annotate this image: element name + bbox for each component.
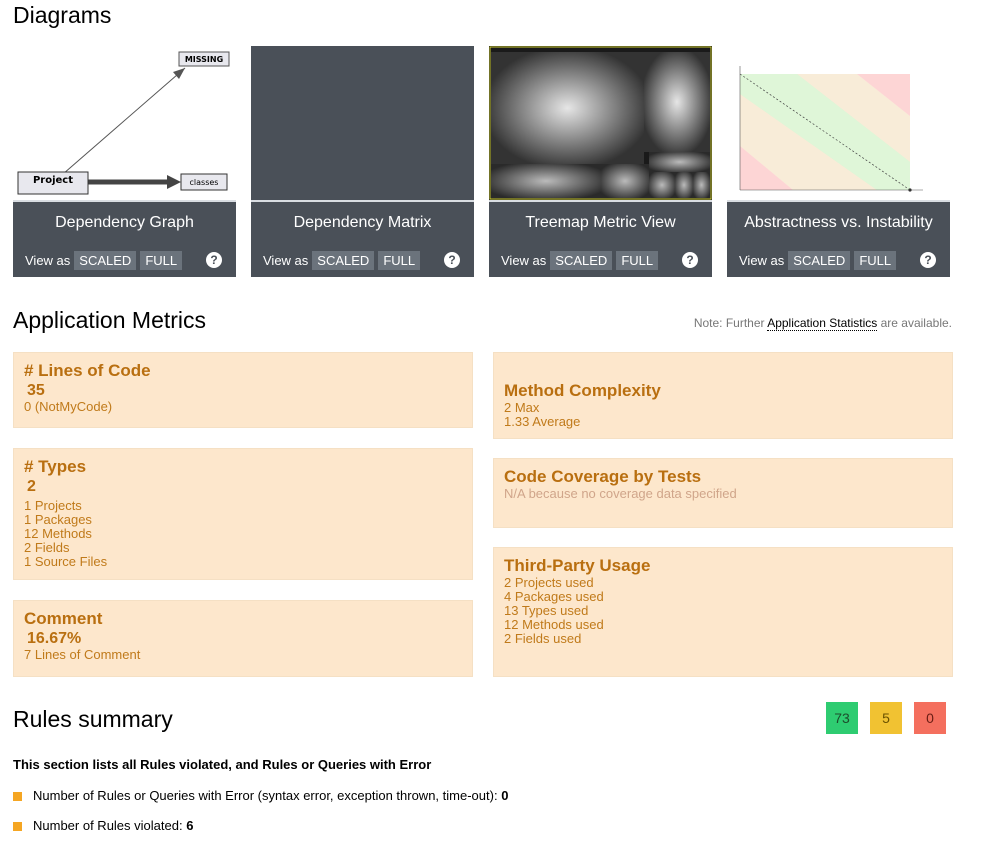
application-statistics-link[interactable]: Application Statistics xyxy=(767,316,878,331)
list-item: 2 Projects used xyxy=(504,575,594,590)
help-icon[interactable]: ? xyxy=(206,252,222,268)
panel-title[interactable]: Third-Party Usage xyxy=(504,556,942,576)
code-coverage-panel: Code Coverage by Tests N/A because no co… xyxy=(493,458,953,528)
diagrams-heading: Diagrams xyxy=(13,2,112,28)
rules-intro: This section lists all Rules violated, a… xyxy=(13,757,432,772)
view-as-label: View as xyxy=(263,253,309,268)
rules-error-badge[interactable]: 0 xyxy=(914,702,946,734)
abstractness-card: Abstractness vs. Instability View as SCA… xyxy=(727,46,950,277)
card-title[interactable]: Dependency Graph xyxy=(13,214,236,232)
scaled-button[interactable]: SCALED xyxy=(788,251,851,270)
panel-title[interactable]: # Lines of Code xyxy=(24,361,462,381)
note-suffix: are available. xyxy=(880,316,952,330)
scaled-button[interactable]: SCALED xyxy=(550,251,613,270)
statistics-note: Note: Further Application Statistics are… xyxy=(693,316,952,331)
list-item: 1 Packages xyxy=(24,512,92,527)
dependency-graph-thumbnail[interactable]: MISSING Project classes xyxy=(13,46,236,200)
item-label: Number of Rules or Queries with Error (s… xyxy=(33,788,498,803)
rules-error-count-item: Number of Rules or Queries with Error (s… xyxy=(33,788,508,803)
bullet-icon xyxy=(13,792,22,801)
third-party-usage-panel: Third-Party Usage 2 Projects used 4 Pack… xyxy=(493,547,953,677)
list-item: 12 Methods xyxy=(24,526,92,541)
scaled-button[interactable]: SCALED xyxy=(312,251,375,270)
graph-node-project: Project xyxy=(33,175,73,186)
help-icon[interactable]: ? xyxy=(920,252,936,268)
list-item: 1 Projects xyxy=(24,498,82,513)
item-value: 0 xyxy=(501,788,509,803)
panel-title[interactable]: Comment xyxy=(24,609,462,629)
note-prefix: Note: Further xyxy=(693,316,765,330)
item-value: 6 xyxy=(186,818,194,833)
abstractness-thumbnail[interactable] xyxy=(727,46,950,200)
rules-violated-count-item: Number of Rules violated: 6 xyxy=(33,818,193,833)
help-icon[interactable]: ? xyxy=(682,252,698,268)
list-item: 1 Source Files xyxy=(24,554,108,569)
list-item: 2 Max xyxy=(504,400,540,415)
full-button[interactable]: FULL xyxy=(616,251,659,270)
card-footer: Dependency Matrix View as SCALED FULL ? xyxy=(251,200,474,277)
panel-value: 35 xyxy=(27,382,45,399)
list-item: 1.33 Average xyxy=(504,414,581,429)
method-complexity-panel: Method Complexity 2 Max 1.33 Average xyxy=(493,352,953,439)
list-item: 4 Packages used xyxy=(504,589,604,604)
card-title[interactable]: Abstractness vs. Instability xyxy=(727,214,950,232)
item-label: Number of Rules violated: xyxy=(33,818,183,833)
list-item: 2 Fields xyxy=(24,540,70,555)
view-as-label: View as xyxy=(739,253,785,268)
comment-panel: Comment 16.67% 7 Lines of Comment xyxy=(13,600,473,677)
treemap-card: Treemap Metric View View as SCALED FULL … xyxy=(489,46,712,277)
graph-node-classes: classes xyxy=(190,178,219,187)
panel-title[interactable]: Code Coverage by Tests xyxy=(504,467,942,487)
types-panel: # Types 2 1 Projects 1 Packages 12 Metho… xyxy=(13,448,473,580)
scaled-button[interactable]: SCALED xyxy=(74,251,137,270)
lines-of-code-panel: # Lines of Code 35 0 (NotMyCode) xyxy=(13,352,473,428)
full-button[interactable]: FULL xyxy=(854,251,897,270)
view-as-label: View as xyxy=(25,253,71,268)
dependency-graph-card: MISSING Project classes Dependency Graph… xyxy=(13,46,236,277)
card-title[interactable]: Treemap Metric View xyxy=(489,214,712,232)
list-item: 7 Lines of Comment xyxy=(24,647,141,662)
dependency-matrix-thumbnail[interactable] xyxy=(251,46,474,200)
full-button[interactable]: FULL xyxy=(140,251,183,270)
graph-node-missing: MISSING xyxy=(185,55,223,64)
rules-summary-heading: Rules summary xyxy=(13,706,173,732)
rules-warning-badge[interactable]: 5 xyxy=(870,702,902,734)
help-icon[interactable]: ? xyxy=(444,252,460,268)
coverage-note: N/A because no coverage data specified xyxy=(504,486,737,501)
panel-value: 2 xyxy=(27,478,36,495)
bullet-icon xyxy=(13,822,22,831)
list-item: 2 Fields used xyxy=(504,631,582,646)
list-item: 13 Types used xyxy=(504,603,589,618)
list-item: 12 Methods used xyxy=(504,617,604,632)
panel-value: 16.67% xyxy=(27,630,82,647)
full-button[interactable]: FULL xyxy=(378,251,421,270)
view-as-label: View as xyxy=(501,253,547,268)
card-title[interactable]: Dependency Matrix xyxy=(251,214,474,232)
notmycode-row: 0 (NotMyCode) xyxy=(24,399,113,414)
panel-title[interactable]: Method Complexity xyxy=(504,381,942,401)
dependency-matrix-card: Dependency Matrix View as SCALED FULL ? xyxy=(251,46,474,277)
treemap-thumbnail[interactable] xyxy=(489,46,712,200)
panel-title[interactable]: # Types xyxy=(24,457,462,477)
card-footer: Dependency Graph View as SCALED FULL ? xyxy=(13,200,236,277)
application-metrics-heading: Application Metrics xyxy=(13,307,207,333)
card-footer: Abstractness vs. Instability View as SCA… xyxy=(727,200,950,277)
rules-ok-badge[interactable]: 73 xyxy=(826,702,858,734)
card-footer: Treemap Metric View View as SCALED FULL … xyxy=(489,200,712,277)
